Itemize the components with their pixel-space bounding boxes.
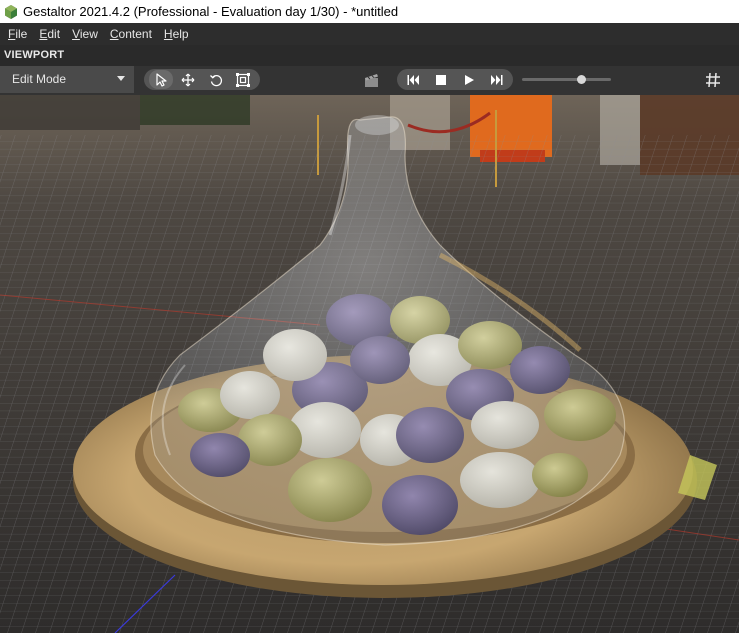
menu-help-label: elp: [172, 27, 189, 41]
rotate-tool-button[interactable]: [204, 70, 228, 89]
playback-control-group: [397, 69, 513, 90]
zoom-slider[interactable]: [522, 75, 611, 85]
camera-button[interactable]: [363, 72, 381, 88]
chevron-down-icon: [117, 76, 125, 81]
rewind-icon: [407, 74, 419, 85]
play-button[interactable]: [457, 70, 481, 89]
background-foliage: [0, 95, 140, 130]
scale-icon: [236, 72, 251, 87]
viewport-panel-title: VIEWPORT: [0, 45, 739, 66]
menu-bar: File Edit View Content Help: [0, 23, 739, 45]
grid-hash-icon: [706, 72, 720, 88]
menu-edit[interactable]: Edit: [33, 23, 66, 45]
title-bar: Gestaltor 2021.4.2 (Professional - Evalu…: [0, 0, 739, 23]
rewind-button[interactable]: [402, 70, 426, 89]
menu-view-mnemonic: V: [72, 27, 80, 41]
menu-help-mnemonic: H: [163, 27, 173, 41]
move-arrows-icon: [181, 73, 195, 86]
background-plants: [140, 95, 250, 125]
play-icon: [464, 74, 474, 85]
viewport-canvas[interactable]: [0, 95, 739, 633]
viewport-scene: [0, 95, 739, 633]
menu-edit-label: dit: [47, 27, 61, 41]
grid-toggle-button[interactable]: [704, 71, 722, 89]
menu-file[interactable]: File: [0, 23, 33, 45]
window-title: Gestaltor 2021.4.2 (Professional - Evalu…: [23, 4, 399, 19]
menu-file-label: ile: [15, 27, 28, 41]
select-tool-button[interactable]: [149, 70, 173, 89]
mode-dropdown-value: Edit Mode: [12, 72, 67, 86]
glass-dome-knob: [355, 115, 399, 135]
menu-content-mnemonic: C: [109, 27, 119, 41]
move-tool-button[interactable]: [177, 70, 201, 89]
mode-dropdown[interactable]: Edit Mode: [0, 66, 134, 93]
cursor-arrow-icon: [156, 72, 167, 87]
app-logo-icon: [5, 4, 17, 19]
menu-content-label: ontent: [118, 27, 152, 41]
zoom-slider-track: [522, 78, 611, 81]
menu-content[interactable]: Content: [104, 23, 158, 45]
fast-forward-button[interactable]: [485, 70, 509, 89]
clapperboard-icon: [365, 74, 378, 87]
viewport-toolbar: Edit Mode: [0, 66, 739, 95]
zoom-slider-thumb[interactable]: [577, 75, 586, 84]
rotate-icon: [209, 74, 222, 86]
transform-tool-group: [144, 69, 260, 90]
stop-icon: [436, 74, 447, 85]
menu-help[interactable]: Help: [158, 23, 195, 45]
menu-view[interactable]: View: [66, 23, 104, 45]
scale-tool-button[interactable]: [232, 70, 256, 89]
menu-view-label: iew: [79, 27, 98, 41]
fast-forward-icon: [491, 74, 503, 85]
stop-button[interactable]: [430, 70, 454, 89]
